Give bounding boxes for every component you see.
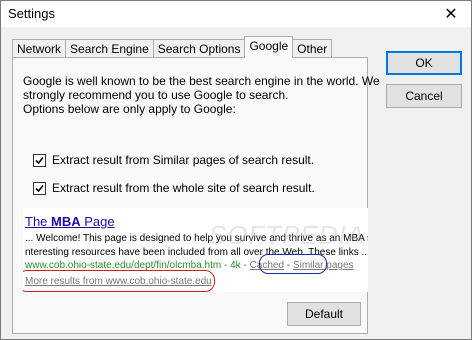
ok-button[interactable]: OK [386,51,462,75]
cancel-button[interactable]: Cancel [386,84,462,108]
tab-search-options[interactable]: Search Options [152,39,246,58]
intro-text: Google is well known to be the best sear… [23,74,380,116]
tab-network[interactable]: Network [12,39,67,58]
result-desc-line-1: ... Welcome! This page is designed to he… [25,233,368,244]
similar-pages-checkbox[interactable] [33,153,46,167]
more-results-highlight [23,270,215,292]
result-title-suffix: Page [80,214,115,229]
result-title-bold: MBA [51,214,81,229]
google-tab-panel: Google is well known to be the best sear… [12,57,380,334]
result-title: The MBA Page [25,214,115,229]
title-bar: Settings ✕ [1,1,471,27]
intro-line-3: Options below are only apply to Google: [23,102,236,116]
intro-line-1: Google is well known to be the best sear… [23,74,380,88]
default-button[interactable]: Default [287,302,361,326]
window-title: Settings [8,6,55,21]
tab-search-engine[interactable]: Search Engine [65,39,154,58]
tab-other[interactable]: Other [292,39,333,58]
tab-strip: Network Search Engine Search Options Goo… [12,36,333,58]
whole-site-label: Extract result from the whole site of se… [52,181,315,195]
whole-site-checkbox[interactable] [33,181,46,195]
tab-google[interactable]: Google [244,36,294,58]
intro-line-2: strongly recommend you to use Google to … [23,88,289,102]
option-whole-site[interactable]: Extract result from the whole site of se… [33,181,315,195]
option-similar-pages[interactable]: Extract result from Similar pages of sea… [33,153,314,167]
similar-pages-highlight [259,254,327,274]
check-icon [35,184,44,192]
settings-dialog: Settings ✕ Network Search Engine Search … [0,0,472,340]
result-title-prefix: The [25,214,52,229]
search-result-preview: The MBA Page ... Welcome! This page is d… [23,208,368,292]
check-icon [35,156,44,164]
similar-pages-label: Extract result from Similar pages of sea… [52,153,315,167]
close-icon: ✕ [444,6,458,23]
close-button[interactable]: ✕ [431,1,471,27]
